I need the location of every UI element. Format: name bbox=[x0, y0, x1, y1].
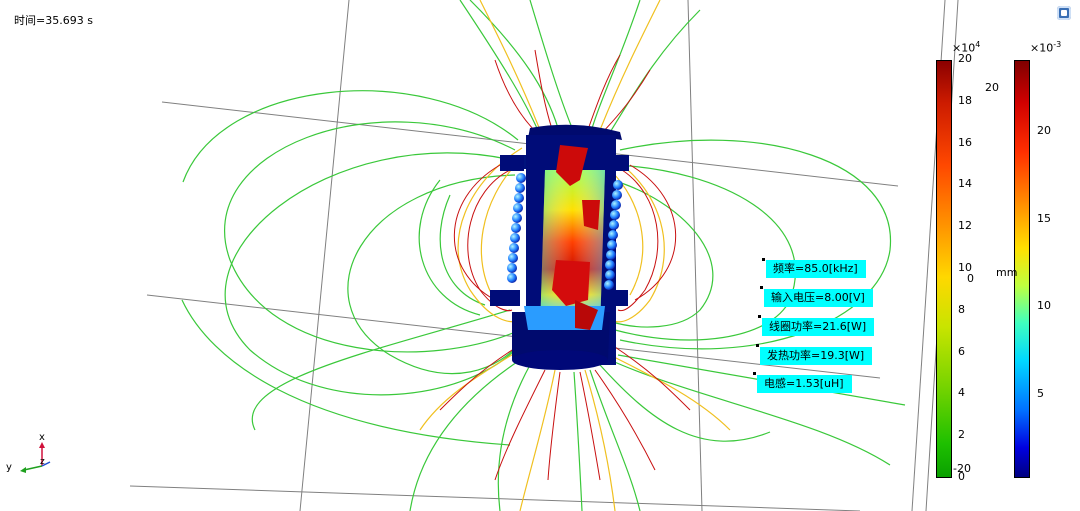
colorbar-left-tick: 8 bbox=[958, 302, 965, 316]
annotation-pin bbox=[753, 372, 756, 375]
time-readout: 时间=35.693 s bbox=[14, 14, 93, 27]
annotation-pin bbox=[758, 315, 761, 318]
annotation-coil-power: 线圈功率=21.6[W] bbox=[762, 318, 875, 336]
colorbar-left-tick: 16 bbox=[958, 135, 972, 149]
colorbar-left-tick: 20 bbox=[958, 52, 972, 65]
colorbar-right-tick: 15 bbox=[1037, 212, 1051, 225]
colorbar-left-tick: 18 bbox=[958, 93, 972, 107]
annotation-inductance: 电感=1.53[uH] bbox=[757, 375, 852, 393]
annotation-heating-power: 发热功率=19.3[W] bbox=[760, 347, 873, 365]
annotation-input-voltage: 输入电压=8.00[V] bbox=[764, 289, 873, 307]
colorbar-left-tick: 14 bbox=[958, 177, 972, 191]
colorbar-left-tick: 6 bbox=[958, 344, 965, 358]
colorbar-left-overlay-tick: 20 bbox=[985, 81, 999, 94]
colorbar-right-tick: 20 bbox=[1037, 124, 1051, 137]
colorbar-right-tick: 10 bbox=[1037, 299, 1051, 312]
annotation-pin bbox=[756, 344, 759, 347]
colorbar-left-tick: 4 bbox=[958, 386, 965, 400]
colorbar-left-overlay-tick: -20 bbox=[953, 462, 971, 475]
colorbar-right-tick: 5 bbox=[1037, 387, 1044, 400]
colorbar-right-exponent: ×10-3 bbox=[1030, 40, 1062, 55]
colorbar-left bbox=[936, 60, 952, 478]
annotation-pin bbox=[762, 258, 765, 261]
camera-view-icon[interactable] bbox=[1057, 6, 1071, 20]
colorbar-left-tick: 2 bbox=[958, 428, 965, 442]
axis-triad[interactable]: x y z bbox=[6, 430, 66, 476]
annotation-frequency: 频率=85.0[kHz] bbox=[766, 260, 866, 278]
3d-viewport[interactable] bbox=[0, 0, 1080, 511]
colorbar-left-overlay-tick: 0 bbox=[967, 272, 974, 285]
colorbar-right-unit: mm bbox=[996, 266, 1018, 279]
colorbar-left-tick: 12 bbox=[958, 219, 972, 233]
axis-y-label: y bbox=[6, 462, 12, 473]
axis-x-label: x bbox=[39, 432, 45, 443]
axis-z-label: z bbox=[40, 457, 45, 467]
annotation-pin bbox=[760, 286, 763, 289]
